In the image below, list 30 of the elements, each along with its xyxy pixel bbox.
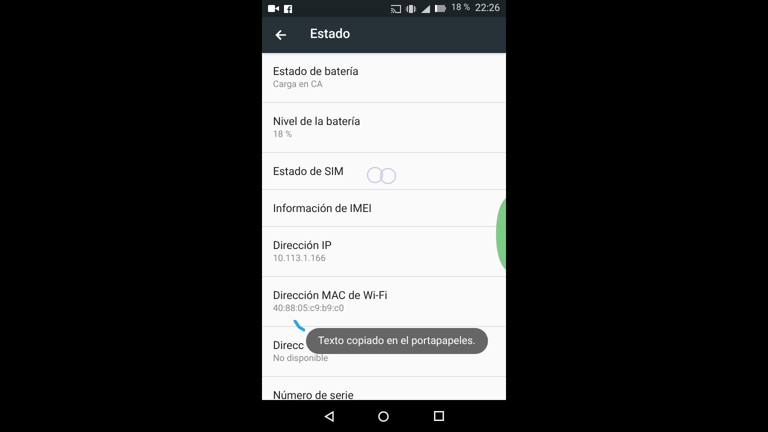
- cast-icon: [391, 4, 402, 12]
- screen-title: Estado: [310, 26, 350, 44]
- row-summary: No disponible: [273, 353, 328, 365]
- touch-indicator-icon: [293, 320, 305, 332]
- row-title: Información de IMEI: [273, 200, 372, 216]
- video-camera-icon: [268, 5, 279, 12]
- touch-ripple-drawing: [496, 198, 506, 270]
- back-arrow-icon: [275, 29, 287, 41]
- row-summary: Carga en CA: [273, 79, 323, 91]
- row-title: Dirección IP: [273, 238, 332, 253]
- battery-percentage: 18 %: [451, 2, 470, 15]
- row-title: Estado de batería: [273, 64, 359, 79]
- signal-icon: [421, 4, 430, 12]
- row-summary: 10.113.1.166: [273, 253, 326, 265]
- row-summary: 18 %: [273, 129, 292, 141]
- clock: 22:26: [475, 2, 500, 16]
- vibrate-icon: [406, 4, 416, 12]
- row-title: Número de serie: [273, 388, 354, 400]
- row-title: Nivel de la batería: [273, 114, 360, 129]
- row-summary: 40:88:05:c9:b9:c0: [273, 303, 344, 315]
- row-title: Dirección MAC de Wi-Fi: [273, 288, 388, 303]
- back-icon[interactable]: [324, 410, 334, 422]
- recent-apps-icon[interactable]: [434, 411, 444, 421]
- facebook-icon: [284, 4, 292, 12]
- row-title: Direcc: [273, 338, 304, 353]
- copied-toast: Texto copiado en el portapapeles.: [306, 328, 488, 354]
- loading-icon: [366, 166, 398, 184]
- row-title: Estado de SIM: [273, 164, 344, 178]
- battery-icon: [435, 5, 446, 12]
- home-icon[interactable]: [378, 410, 390, 422]
